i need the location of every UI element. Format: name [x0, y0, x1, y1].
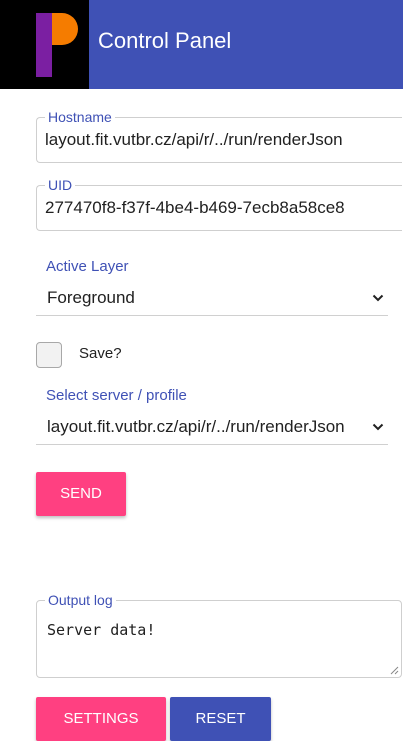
page-title: Control Panel	[98, 28, 232, 53]
output-log-label: Output log	[45, 592, 116, 608]
save-checkbox-label: Save?	[79, 345, 122, 362]
save-checkbox[interactable]	[36, 342, 62, 368]
active-layer-label: Active Layer	[46, 258, 129, 275]
resize-handle-icon[interactable]	[389, 665, 399, 675]
output-log-field[interactable]: Output log Server data!	[36, 592, 402, 678]
chevron-down-icon	[372, 294, 384, 302]
reset-button[interactable]: RESET	[170, 697, 271, 741]
output-log-text: Server data!	[47, 621, 156, 639]
logo-icon	[0, 0, 89, 89]
app-header: Control Panel	[0, 0, 403, 89]
uid-label: UID	[45, 177, 76, 193]
settings-button[interactable]: SETTINGS	[36, 697, 166, 741]
hostname-field[interactable]: Hostname layout.fit.vutbr.cz/api/r/../ru…	[36, 109, 402, 163]
hostname-label: Hostname	[45, 109, 115, 125]
send-button[interactable]: SEND	[36, 472, 126, 516]
uid-field[interactable]: UID 277470f8-f37f-4be4-b469-7ecb8a58ce8	[36, 177, 402, 231]
uid-input[interactable]: 277470f8-f37f-4be4-b469-7ecb8a58ce8	[45, 198, 402, 218]
server-select-label: Select server / profile	[46, 387, 187, 404]
server-select[interactable]: layout.fit.vutbr.cz/api/r/../run/renderJ…	[36, 411, 388, 445]
active-layer-value: Foreground	[47, 288, 135, 307]
active-layer-select[interactable]: Foreground	[36, 282, 388, 316]
server-select-value: layout.fit.vutbr.cz/api/r/../run/renderJ…	[47, 417, 345, 436]
hostname-input[interactable]: layout.fit.vutbr.cz/api/r/../run/renderJ…	[45, 130, 402, 150]
chevron-down-icon	[372, 423, 384, 431]
